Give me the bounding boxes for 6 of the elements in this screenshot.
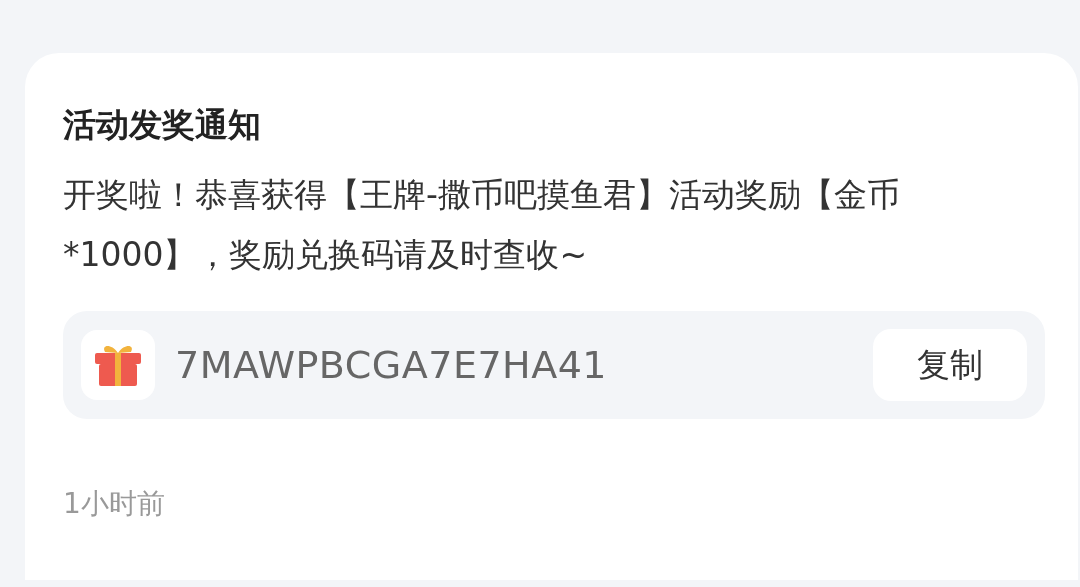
gift-icon xyxy=(93,343,143,387)
timestamp: 1小时前 xyxy=(63,486,166,522)
copy-button[interactable]: 复制 xyxy=(873,329,1027,401)
redeem-code: 7MAWPBCGA7E7HA41 xyxy=(175,343,609,387)
notification-title: 活动发奖通知 xyxy=(63,104,262,146)
notification-message: 开奖啦！恭喜获得【王牌-撒币吧摸鱼君】活动奖励【金币*1000】，奖励兑换码请及时查收~ xyxy=(63,174,901,276)
